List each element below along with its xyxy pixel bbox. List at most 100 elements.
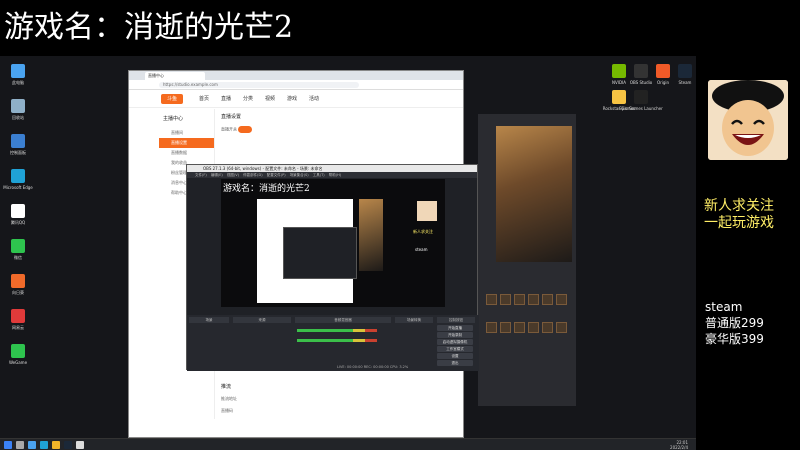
obs-menu-item[interactable]: 工具(T) bbox=[313, 173, 326, 177]
obs-statusbar: LIVE: 00:00:00 REC: 00:00:00 CPU: 3.2% bbox=[337, 365, 409, 369]
desktop-shortcut[interactable]: 控制面板 bbox=[3, 134, 33, 156]
skill-slot-icon[interactable] bbox=[528, 322, 539, 333]
nvidia-icon bbox=[612, 64, 626, 78]
desktop-shortcut[interactable]: 微信 bbox=[3, 239, 33, 261]
audio-meter-mic bbox=[297, 339, 377, 342]
desktop-shortcut-label: 腾讯QQ bbox=[10, 220, 26, 225]
desktop-shortcut[interactable]: WeGame bbox=[3, 344, 33, 365]
dock-mixer: 音频混音器 bbox=[295, 317, 391, 323]
taskbar-app-icon[interactable] bbox=[76, 441, 84, 449]
url-input[interactable]: https://studio.example.com bbox=[159, 82, 359, 88]
sidebar-item[interactable]: 直播设置 bbox=[159, 138, 214, 148]
qq-icon bbox=[11, 204, 25, 218]
obs-menu-item[interactable]: 场景集合(S) bbox=[290, 173, 310, 177]
desktop-shortcut[interactable]: Epic Games Launcher bbox=[619, 90, 663, 111]
skill-slot-icon[interactable] bbox=[542, 294, 553, 305]
obs-menu-item[interactable]: 编辑(E) bbox=[211, 173, 224, 177]
live-toggle[interactable] bbox=[238, 126, 253, 133]
nav-item-live[interactable]: 直播 bbox=[221, 95, 231, 102]
netease-icon bbox=[11, 309, 25, 323]
desktop-shortcut-label: 此电脑 bbox=[12, 80, 24, 85]
dock-controls: 控制按钮 bbox=[437, 317, 475, 323]
toggle-row: 直播开关 bbox=[221, 126, 457, 133]
obs-menu-item[interactable]: 文件(F) bbox=[195, 173, 208, 177]
desktop-shortcut[interactable]: 向日葵 bbox=[3, 274, 33, 296]
desktop-shortcut[interactable]: 此电脑 bbox=[3, 64, 33, 86]
desktop-shortcut[interactable]: Steam bbox=[670, 64, 700, 85]
sidebar-item[interactable]: 直播数据 bbox=[159, 148, 214, 158]
nav-item-home[interactable]: 首页 bbox=[199, 95, 209, 102]
skill-slot-icon[interactable] bbox=[542, 322, 553, 333]
taskbar-app-icon[interactable] bbox=[16, 441, 24, 449]
desktop-shortcut[interactable]: 腾讯QQ bbox=[3, 204, 33, 226]
desktop-shortcut[interactable]: 网易云 bbox=[3, 309, 33, 331]
wechat-icon bbox=[11, 239, 25, 253]
skill-slot-icon[interactable] bbox=[500, 294, 511, 305]
obs-menu-item[interactable]: 停靠部件(D) bbox=[243, 173, 264, 177]
obs-control-button[interactable]: 开始录制 bbox=[437, 332, 473, 338]
skill-slot-icon[interactable] bbox=[486, 322, 497, 333]
nav-item-category[interactable]: 分类 bbox=[243, 95, 253, 102]
skill-slot-icon[interactable] bbox=[514, 322, 525, 333]
desktop-shortcut-label: 向日葵 bbox=[12, 290, 24, 295]
preview-game bbox=[359, 199, 383, 271]
rockstar-icon bbox=[612, 90, 626, 104]
origin-icon bbox=[656, 64, 670, 78]
sidebar-title: 主播中心 bbox=[163, 116, 184, 122]
platform-label: steam bbox=[705, 300, 743, 314]
obs-menu-item[interactable]: 帮助(H) bbox=[329, 173, 341, 177]
desktop-shortcut-label: NVIDIA bbox=[612, 80, 626, 85]
skill-slot-icon[interactable] bbox=[486, 294, 497, 305]
desktop-shortcut-label: Origin bbox=[656, 80, 670, 85]
taskbar-date: 2022/2/4 bbox=[670, 445, 688, 450]
taskbar-clock[interactable]: 22:01 2022/2/4 bbox=[670, 440, 688, 450]
obs-control-button[interactable]: 启动虚拟摄像机 bbox=[437, 339, 473, 345]
desktop-shortcut-label: 微信 bbox=[14, 255, 22, 260]
streamer-avatar bbox=[708, 80, 788, 160]
skill-slot-icon[interactable] bbox=[500, 322, 511, 333]
computer-icon bbox=[11, 64, 25, 78]
skill-slot-icon[interactable] bbox=[556, 294, 567, 305]
obs-control-button[interactable]: 工作室模式 bbox=[437, 346, 473, 352]
obs-control-button[interactable]: 退出 bbox=[437, 360, 473, 366]
game-window[interactable] bbox=[478, 114, 576, 406]
skill-slot-icon[interactable] bbox=[528, 294, 539, 305]
skill-slot-icon[interactable] bbox=[514, 294, 525, 305]
dock-sources: 来源 bbox=[233, 317, 291, 323]
site-header: 斗鱼 首页 直播 分类 视频 游戏 活动 bbox=[129, 90, 463, 108]
obs-window[interactable]: OBS 27.1.3 (64-bit, windows) - 配置文件: 未命名… bbox=[186, 164, 479, 371]
app-icon bbox=[11, 274, 25, 288]
section-title: 直播设置 bbox=[221, 114, 242, 120]
desktop-shortcut-label: Steam bbox=[678, 80, 692, 85]
nav-item-event[interactable]: 活动 bbox=[309, 95, 319, 102]
obs-control-button[interactable]: 设置 bbox=[437, 353, 473, 359]
desktop-shortcut[interactable]: 回收站 bbox=[3, 99, 33, 121]
wegame-icon bbox=[11, 344, 25, 358]
browser-tabbar: 直播中心 bbox=[129, 71, 463, 80]
taskbar-app-icon[interactable] bbox=[64, 441, 72, 449]
start-icon[interactable] bbox=[4, 441, 12, 449]
obs-preview[interactable]: 游戏名：消逝的光芒2 新人求关注 steam bbox=[221, 179, 445, 307]
desktop-shortcut-label: 网易云 bbox=[12, 325, 24, 330]
site-logo[interactable]: 斗鱼 bbox=[161, 94, 183, 104]
obs-menubar: 文件(F) 编辑(E) 视图(V) 停靠部件(D) 配置文件(P) 场景集合(S… bbox=[187, 172, 477, 178]
stream-game-title: 游戏名：消逝的光芒2 bbox=[4, 10, 294, 45]
skill-slot-icon[interactable] bbox=[556, 322, 567, 333]
nav-item-game[interactable]: 游戏 bbox=[287, 95, 297, 102]
obs-control-button[interactable]: 开始直播 bbox=[437, 325, 473, 331]
steam-icon bbox=[678, 64, 692, 78]
preview-steam: steam bbox=[415, 247, 428, 252]
obs-menu-item[interactable]: 配置文件(P) bbox=[267, 173, 287, 177]
price-deluxe: 豪华版399 bbox=[705, 332, 764, 346]
sidebar-item[interactable]: 直播间 bbox=[159, 128, 214, 138]
follow-line-2: 一起玩游戏 bbox=[704, 215, 774, 231]
nav-item-video[interactable]: 视频 bbox=[265, 95, 275, 102]
browser-tab[interactable]: 直播中心 bbox=[145, 72, 205, 80]
taskbar-app-icon[interactable] bbox=[40, 441, 48, 449]
obs-menu-item[interactable]: 视图(V) bbox=[227, 173, 240, 177]
desktop-shortcut[interactable]: Microsoft Edge bbox=[3, 169, 33, 190]
taskbar-app-icon[interactable] bbox=[28, 441, 36, 449]
stream-frame: 游戏名：消逝的光芒2 此电脑回收站控制面板 Microsoft Edge 腾讯QQ 微… bbox=[0, 0, 800, 450]
dock-transitions: 场景转换 bbox=[395, 317, 433, 323]
taskbar-app-icon[interactable] bbox=[52, 441, 60, 449]
